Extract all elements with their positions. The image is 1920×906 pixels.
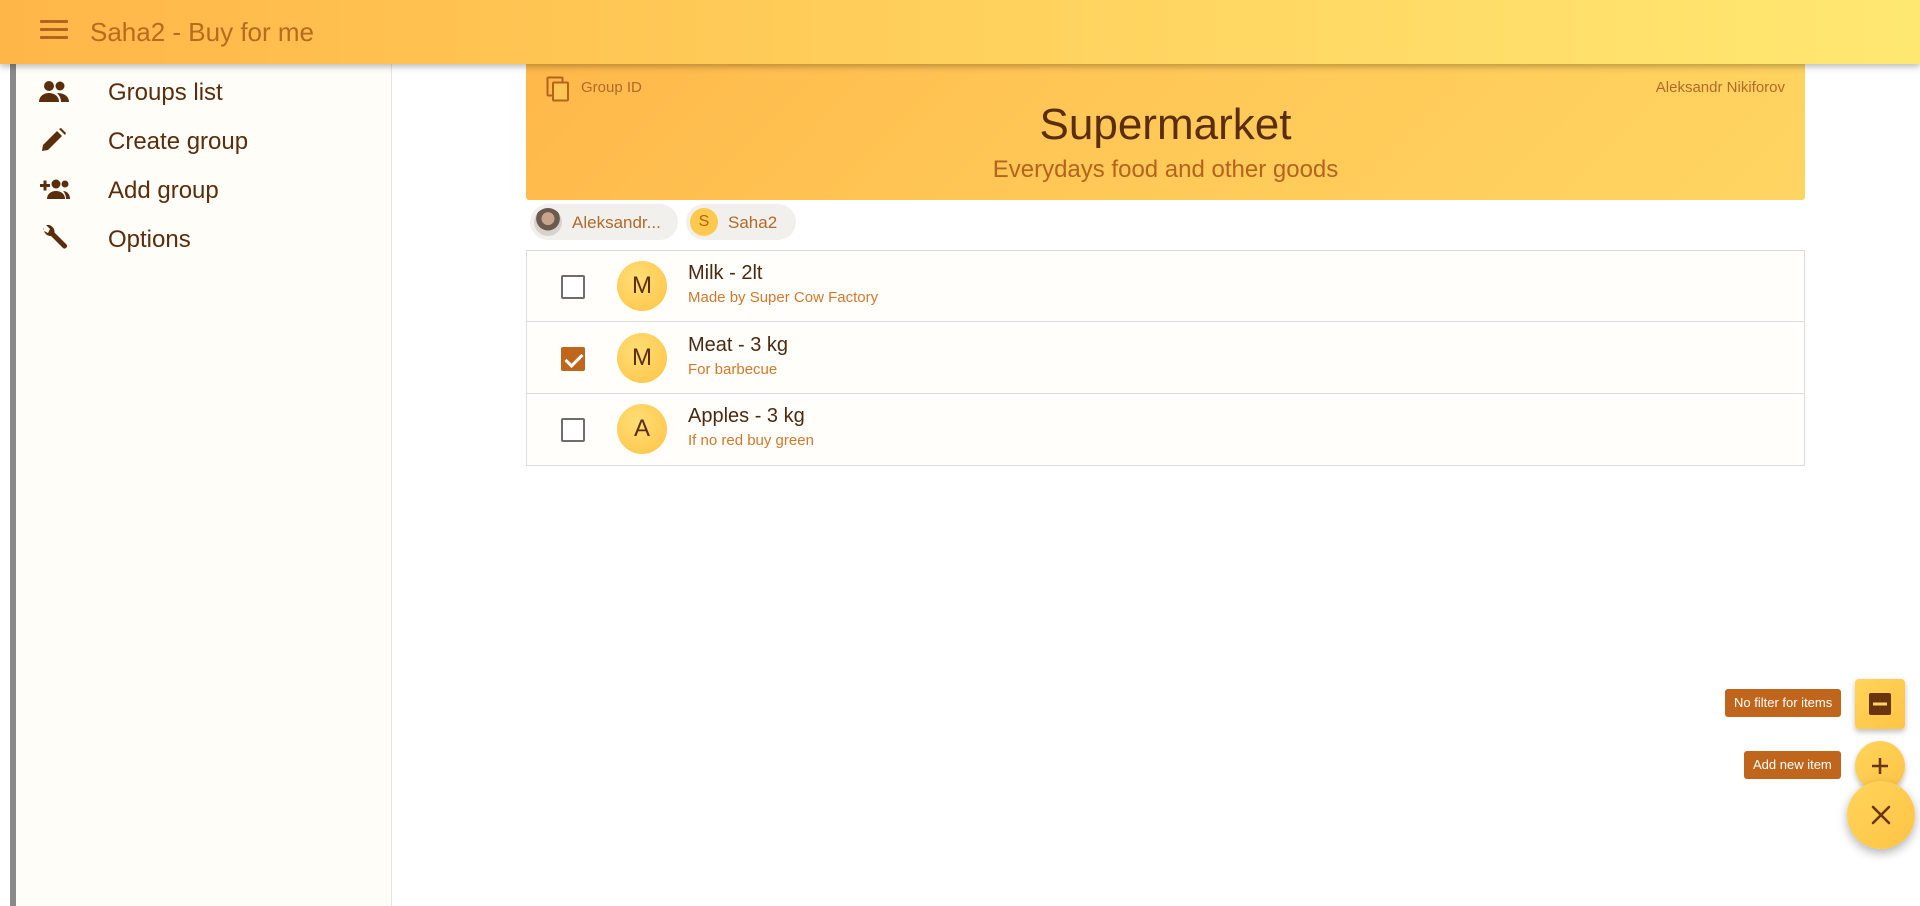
list-item[interactable]: A Apples - 3 kg If no red buy green [527,394,1804,465]
group-subtitle: Everydays food and other goods [992,156,1339,183]
close-icon [1871,805,1891,825]
member-chip[interactable]: S Saha2 [686,204,796,240]
avatar [534,208,562,236]
nav-item-add-group[interactable]: Add group [16,162,392,218]
wrench-icon [43,225,67,249]
shopping-item-list: M Milk - 2lt Made by Super Cow Factory M… [526,250,1805,466]
item-avatar: M [617,261,667,311]
item-name: Apples - 3 kg [688,405,805,427]
filter-tooltip: No filter for items [1725,689,1842,717]
item-checkbox[interactable] [561,347,585,371]
group-owner: Aleksandr Nikiforov [1655,79,1785,96]
speed-dial-close-button[interactable] [1847,781,1915,849]
copy-icon[interactable] [546,76,570,102]
item-name: Meat - 3 kg [688,334,789,356]
item-avatar: M [617,333,667,383]
item-name: Milk - 2lt [688,262,763,284]
item-description: Made by Super Cow Factory [688,289,879,306]
member-name: Saha2 [728,213,778,232]
nav-item-options[interactable]: Options [16,211,392,267]
group-title: Supermarket [1039,100,1292,149]
add-group-icon [40,179,70,199]
app-title: Saha2 - Buy for me [90,17,314,47]
app-bar: Saha2 - Buy for me [0,0,1920,64]
nav-item-label: Options [108,226,191,253]
item-checkbox[interactable] [561,418,585,442]
group-id-label[interactable]: Group ID [581,79,642,96]
item-checkbox[interactable] [561,275,585,299]
item-avatar: A [617,404,667,454]
groups-icon [39,81,69,102]
nav-item-label: Groups list [108,79,223,106]
nav-item-label: Create group [108,128,249,155]
add-item-tooltip: Add new item [1744,751,1841,779]
list-item[interactable]: M Milk - 2lt Made by Super Cow Factory [527,251,1804,322]
menu-icon[interactable] [40,20,68,44]
nav-item-create-group[interactable]: Create group [16,113,392,169]
navigation-drawer: Groups list Create group Add group Optio… [16,64,392,906]
pencil-icon [42,128,66,151]
item-description: For barbecue [688,361,778,378]
group-header-card: Group ID Aleksandr Nikiforov Supermarket… [526,64,1805,200]
avatar: S [690,208,718,236]
member-name: Aleksandr... [572,213,661,232]
minus-icon [1869,693,1891,715]
filter-button[interactable] [1855,679,1905,729]
nav-item-label: Add group [108,177,219,204]
member-chip[interactable]: Aleksandr... [530,204,678,240]
list-item[interactable]: M Meat - 3 kg For barbecue [527,323,1804,394]
item-description: If no red buy green [688,432,814,449]
nav-item-groups-list[interactable]: Groups list [16,64,392,120]
